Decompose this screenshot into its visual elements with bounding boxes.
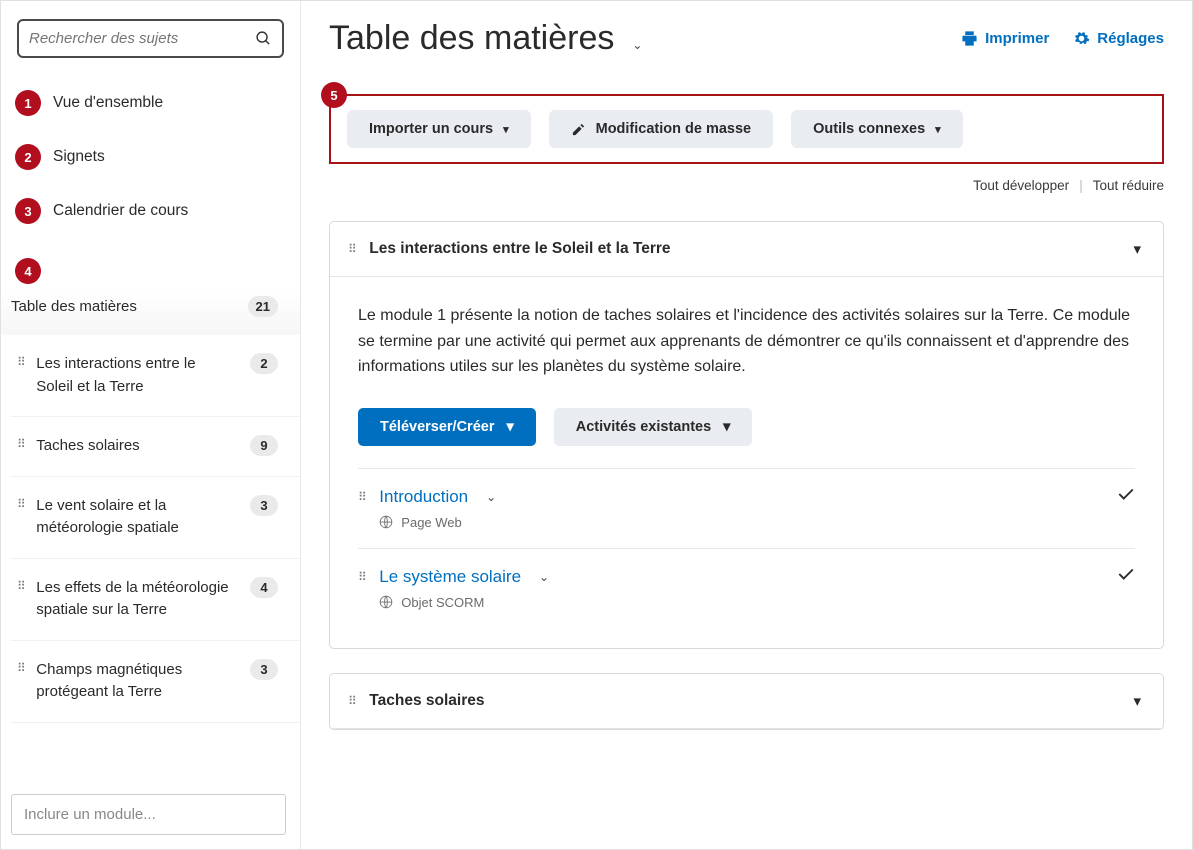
nav-label: Signets — [53, 148, 105, 166]
header: Table des matières ⌄ Imprimer Réglages — [329, 19, 1164, 58]
module-title: Le vent solaire et la météorologie spati… — [36, 495, 238, 540]
bulk-edit-button[interactable]: Modification de masse — [549, 110, 774, 148]
divider: | — [1079, 178, 1083, 193]
collapse-all-link[interactable]: Tout réduire — [1093, 178, 1164, 193]
globe-icon — [379, 515, 393, 529]
app-root: 1 Vue d'ensemble 2 Signets 3 Calendrier … — [0, 0, 1193, 850]
toolbar: Importer un cours ▾ Modification de mass… — [329, 94, 1164, 164]
sidebar-module-item[interactable]: ⠿ Les interactions entre le Soleil et la… — [11, 335, 300, 417]
nav-label: Calendrier de cours — [53, 202, 188, 220]
search-icon — [255, 30, 272, 47]
sidebar-module-item[interactable]: ⠿ Le vent solaire et la météorologie spa… — [11, 477, 300, 559]
toc-label: Table des matières — [11, 298, 137, 315]
chevron-down-icon: ▾ — [506, 419, 513, 435]
topic-row: ⠿ Le système solaire ⌄ Objet SCORM — [358, 548, 1135, 628]
button-label: Modification de masse — [596, 121, 752, 137]
search-input[interactable] — [29, 30, 255, 47]
button-label: Outils connexes — [813, 121, 925, 137]
nav-bookmarks[interactable]: 2 Signets — [11, 130, 300, 184]
topic-row: ⠿ Introduction ⌄ Page Web — [358, 468, 1135, 548]
callout-badge: 3 — [15, 198, 41, 224]
nav-overview[interactable]: 1 Vue d'ensemble — [11, 76, 300, 130]
sidebar: 1 Vue d'ensemble 2 Signets 3 Calendrier … — [1, 1, 301, 849]
module-card-title: Taches solaires — [369, 692, 1119, 710]
page-title: Table des matières — [329, 19, 614, 58]
gear-icon — [1073, 30, 1090, 47]
print-icon — [961, 30, 978, 47]
topic-type: Page Web — [401, 515, 461, 530]
nav-label: Vue d'ensemble — [53, 94, 163, 112]
chevron-down-icon: ▾ — [935, 123, 941, 136]
topic-link[interactable]: Introduction — [379, 487, 468, 507]
drag-handle-icon[interactable]: ⠿ — [17, 580, 24, 592]
module-card: ⠿ Taches solaires ▾ — [329, 673, 1164, 730]
nav-course-schedule[interactable]: 3 Calendrier de cours — [11, 184, 300, 238]
button-label: Téléverser/Créer — [380, 419, 494, 435]
related-tools-button[interactable]: Outils connexes ▾ — [791, 110, 963, 148]
module-title: Taches solaires — [36, 435, 238, 458]
module-card-body: Le module 1 présente la notion de taches… — [330, 277, 1163, 648]
title-dropdown-icon[interactable]: ⌄ — [632, 38, 642, 52]
nav-toc[interactable]: 4 Table des matières 21 — [11, 244, 300, 335]
module-description: Le module 1 présente la notion de taches… — [358, 303, 1135, 380]
globe-icon — [379, 595, 393, 609]
drag-handle-icon[interactable]: ⠿ — [17, 662, 24, 674]
import-course-button[interactable]: Importer un cours ▾ — [347, 110, 531, 148]
callout-badge: 4 — [15, 258, 41, 284]
sidebar-module-item[interactable]: ⠿ Champs magnétiques protégeant la Terre… — [11, 641, 300, 723]
drag-handle-icon[interactable]: ⠿ — [17, 356, 24, 368]
drag-handle-icon[interactable]: ⠿ — [358, 491, 365, 503]
existing-activities-button[interactable]: Activités existantes ▾ — [554, 408, 753, 446]
toolbar-container: 5 Importer un cours ▾ Modification de ma… — [329, 94, 1164, 164]
module-list: ⠿ Les interactions entre le Soleil et la… — [11, 335, 300, 782]
chevron-down-icon: ▾ — [503, 123, 509, 136]
sidebar-module-item[interactable]: ⠿ Taches solaires 9 — [11, 417, 300, 477]
callout-badge: 1 — [15, 90, 41, 116]
print-button[interactable]: Imprimer — [961, 30, 1049, 47]
module-title: Champs magnétiques protégeant la Terre — [36, 659, 238, 704]
settings-label: Réglages — [1097, 30, 1164, 47]
callout-badge: 2 — [15, 144, 41, 170]
settings-button[interactable]: Réglages — [1073, 30, 1164, 47]
expand-all-link[interactable]: Tout développer — [973, 178, 1069, 193]
chevron-down-icon: ▾ — [723, 419, 730, 435]
module-count: 9 — [250, 435, 278, 456]
expand-collapse-row: Tout développer | Tout réduire — [329, 178, 1164, 193]
topic-dropdown-icon[interactable]: ⌄ — [486, 490, 496, 504]
module-card-header[interactable]: ⠿ Taches solaires ▾ — [330, 674, 1163, 729]
main-content: Table des matières ⌄ Imprimer Réglages 5… — [301, 1, 1192, 849]
topic-type: Objet SCORM — [401, 595, 484, 610]
module-count: 2 — [250, 353, 278, 374]
include-module-input[interactable]: Inclure un module... — [11, 794, 286, 835]
print-label: Imprimer — [985, 30, 1049, 47]
edit-icon — [571, 122, 586, 137]
callout-badge: 5 — [321, 82, 347, 108]
topic-dropdown-icon[interactable]: ⌄ — [539, 570, 549, 584]
module-card-header[interactable]: ⠿ Les interactions entre le Soleil et la… — [330, 222, 1163, 277]
collapse-icon[interactable]: ▾ — [1133, 240, 1141, 258]
button-label: Activités existantes — [576, 419, 711, 435]
module-count: 4 — [250, 577, 278, 598]
check-icon — [1117, 487, 1135, 501]
collapse-icon[interactable]: ▾ — [1133, 692, 1141, 710]
upload-create-button[interactable]: Téléverser/Créer ▾ — [358, 408, 536, 446]
topic-link[interactable]: Le système solaire — [379, 567, 521, 587]
drag-handle-icon[interactable]: ⠿ — [17, 438, 24, 450]
module-card-title: Les interactions entre le Soleil et la T… — [369, 240, 1119, 258]
check-icon — [1117, 567, 1135, 581]
module-title: Les interactions entre le Soleil et la T… — [36, 353, 238, 398]
drag-handle-icon[interactable]: ⠿ — [358, 571, 365, 583]
module-card: ⠿ Les interactions entre le Soleil et la… — [329, 221, 1164, 649]
module-title: Les effets de la météorologie spatiale s… — [36, 577, 238, 622]
search-box[interactable] — [17, 19, 284, 58]
toc-count: 21 — [248, 296, 278, 317]
module-count: 3 — [250, 659, 278, 680]
module-count: 3 — [250, 495, 278, 516]
button-label: Importer un cours — [369, 121, 493, 137]
drag-handle-icon[interactable]: ⠿ — [348, 695, 355, 707]
sidebar-module-item[interactable]: ⠿ Les effets de la météorologie spatiale… — [11, 559, 300, 641]
drag-handle-icon[interactable]: ⠿ — [17, 498, 24, 510]
drag-handle-icon[interactable]: ⠿ — [348, 243, 355, 255]
